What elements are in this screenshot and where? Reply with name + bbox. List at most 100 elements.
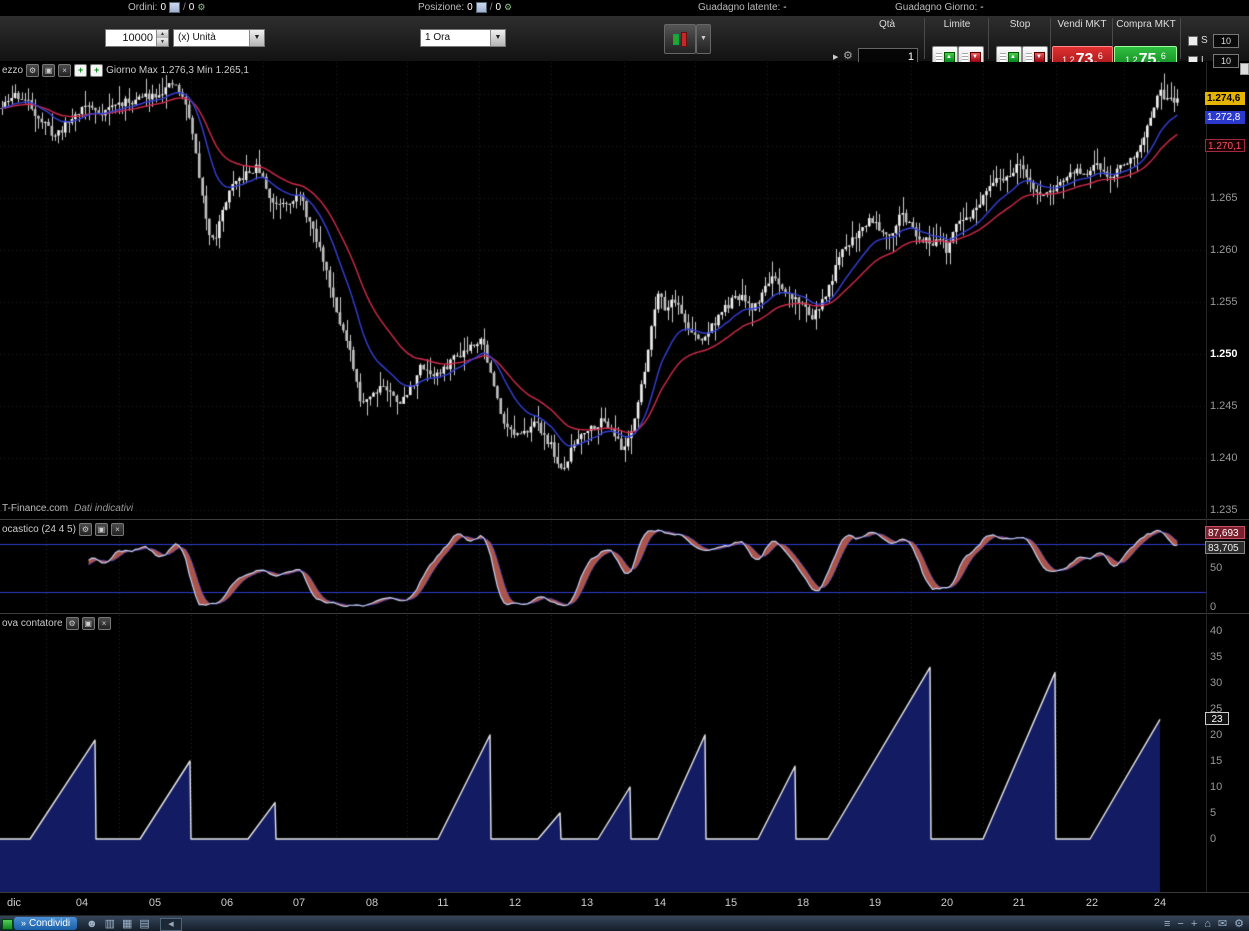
window-icon[interactable]: ▣ [95, 523, 108, 536]
properties-wrench-icon[interactable]: ⚙ [26, 64, 39, 77]
counter-axis-label: 40 [1210, 625, 1222, 637]
position-gear-icon[interactable]: ⚙ [504, 3, 512, 12]
time-axis-label: 13 [581, 897, 593, 909]
stop-attach-checkbox[interactable] [1188, 36, 1198, 46]
stochastic-canvas[interactable] [0, 521, 1207, 613]
ladder-icon [936, 53, 942, 63]
close-icon[interactable]: × [111, 523, 124, 536]
share-button[interactable]: » Condividi [14, 917, 77, 930]
timeframe-value: 1 Ora [421, 30, 490, 46]
qty-header: Qtà [858, 19, 916, 30]
buy-mkt-header: Compra MKT [1113, 19, 1179, 30]
add-order-icon[interactable]: + [90, 64, 103, 77]
counter-axis-label: 15 [1210, 755, 1222, 767]
order-settings-gear-icon[interactable]: ⚙ [843, 49, 853, 62]
price-panel-title: ezzo [2, 65, 23, 76]
time-axis-label: 21 [1013, 897, 1025, 909]
orders-label: Ordini: [128, 2, 157, 13]
position-window-icon[interactable] [476, 2, 487, 13]
price-axis-label: 1.235 [1210, 504, 1238, 516]
limit-header: Limite [926, 19, 988, 30]
price-axis-label: 1.265 [1210, 192, 1238, 204]
stochastic-d-value-tag: 83,705 [1205, 541, 1245, 554]
counter-axis-label: 20 [1210, 729, 1222, 741]
expand-arrow-icon[interactable]: ▶ [833, 53, 838, 61]
taskbar-right-icons: ≡−+ ⌂ ✉ ⚙ [1164, 917, 1244, 931]
trading-platform-window: Ordini: 0 / 0 ⚙ Posizione: 0 / 0 ⚙ Guada… [0, 0, 1249, 931]
stochastic-k-value-tag: 87,693 [1205, 526, 1245, 539]
chart-style-button[interactable] [664, 24, 696, 54]
counter-axis-label: 5 [1210, 807, 1216, 819]
counter-axis-label: 30 [1210, 677, 1222, 689]
share-icon: » [21, 917, 26, 930]
timeframe-select[interactable]: 1 Ora ▼ [420, 29, 506, 47]
zoom-out-icon[interactable]: − [1177, 917, 1183, 931]
day-pnl-value: - [980, 2, 983, 13]
order-toolbar: 10000 ▲▼ (x) Unità ▼ 1 Ora ▼ ▼ Qtà Limit… [0, 16, 1249, 62]
position-count-b: 0 [495, 2, 501, 13]
axis-scrollbar-thumb[interactable] [1240, 63, 1249, 75]
chevron-down-icon[interactable]: ▼ [490, 30, 505, 46]
position-label: Posizione: [418, 2, 464, 13]
time-axis-label: 04 [76, 897, 88, 909]
scroll-back-button[interactable]: ◀ [160, 918, 182, 931]
provider-brand: T-Finance.com [2, 503, 68, 514]
chart-icon[interactable]: ▥ [105, 917, 115, 931]
buy-price-decimal: 6 [1161, 51, 1166, 61]
day-range-stats: Giorno Max 1.276,3 Min 1.265,1 [106, 65, 249, 76]
counter-canvas[interactable] [0, 615, 1207, 892]
ma-fast-price-tag: 1.272,8 [1205, 111, 1245, 124]
indicative-data-note: Dati indicativi [74, 503, 133, 514]
orders-status: Ordini: 0 / 0 ⚙ [128, 2, 205, 13]
close-icon[interactable]: × [58, 64, 71, 77]
sell-price-decimal: 6 [1098, 51, 1103, 61]
window-icon[interactable]: ▣ [82, 617, 95, 630]
day-pnl-label: Guadagno Giorno: [895, 2, 977, 13]
list-icon[interactable]: ≡ [1164, 917, 1170, 931]
time-axis-label: 18 [797, 897, 809, 909]
quantity-stepper[interactable]: 10000 ▲▼ [105, 29, 169, 47]
time-axis-label: 05 [149, 897, 161, 909]
window-icon[interactable]: ▣ [42, 64, 55, 77]
candle-down-icon [681, 32, 687, 47]
unrealized-pnl-label: Guadagno latente: [698, 2, 780, 13]
chart-style-dropdown-icon[interactable]: ▼ [696, 24, 711, 54]
price-axis-label: 1.255 [1210, 296, 1238, 308]
stochastic-panel-header: ocastico (24 4 5) ⚙ ▣ × [2, 523, 124, 536]
properties-wrench-icon[interactable]: ⚙ [66, 617, 79, 630]
orders-window-icon[interactable] [169, 2, 180, 13]
user-icon[interactable]: ☻ [86, 917, 98, 931]
time-axis-label: 14 [654, 897, 666, 909]
calendar-icon[interactable]: ▦ [122, 917, 132, 931]
price-axis-label: 1.245 [1210, 400, 1238, 412]
price-axis[interactable]: 1.2651.2601.2551.2501.2451.2401.23550040… [1207, 0, 1249, 892]
close-icon[interactable]: × [98, 617, 111, 630]
time-axis-label: dic [7, 897, 21, 909]
time-axis-label: 07 [293, 897, 305, 909]
time-axis-label: 15 [725, 897, 737, 909]
day-pnl: Guadagno Giorno: - [895, 2, 984, 13]
mail-icon[interactable]: ✉ [1218, 917, 1227, 931]
quantity-up-icon[interactable]: ▲ [157, 30, 168, 38]
zoom-in-icon[interactable]: + [1191, 917, 1197, 931]
quantity-down-icon[interactable]: ▼ [157, 38, 168, 46]
orders-gear-icon[interactable]: ⚙ [197, 3, 205, 12]
time-axis-label: 06 [221, 897, 233, 909]
price-chart-canvas[interactable] [0, 62, 1207, 519]
status-bar: Ordini: 0 / 0 ⚙ Posizione: 0 / 0 ⚙ Guada… [0, 0, 1249, 16]
unit-select[interactable]: (x) Unità ▼ [173, 29, 265, 47]
time-axis-label: 08 [366, 897, 378, 909]
time-axis-label: 24 [1154, 897, 1166, 909]
home-icon[interactable]: ⌂ [1204, 917, 1211, 931]
ladder-icon [962, 53, 968, 63]
unit-select-value: (x) Unità [174, 30, 249, 46]
workspace-icon[interactable]: ▤ [139, 917, 149, 931]
chevron-down-icon[interactable]: ▼ [249, 30, 264, 46]
add-indicator-icon[interactable]: + [74, 64, 87, 77]
settings-icon[interactable]: ⚙ [1234, 917, 1244, 931]
quantity-value[interactable]: 10000 [106, 30, 156, 46]
orders-working-count: 0 [189, 2, 195, 13]
properties-wrench-icon[interactable]: ⚙ [79, 523, 92, 536]
taskbar-left-icons: ☻ ▥ ▦ ▤ [86, 917, 150, 931]
time-axis[interactable]: dic04050607081112131415181920212224 [0, 892, 1249, 915]
